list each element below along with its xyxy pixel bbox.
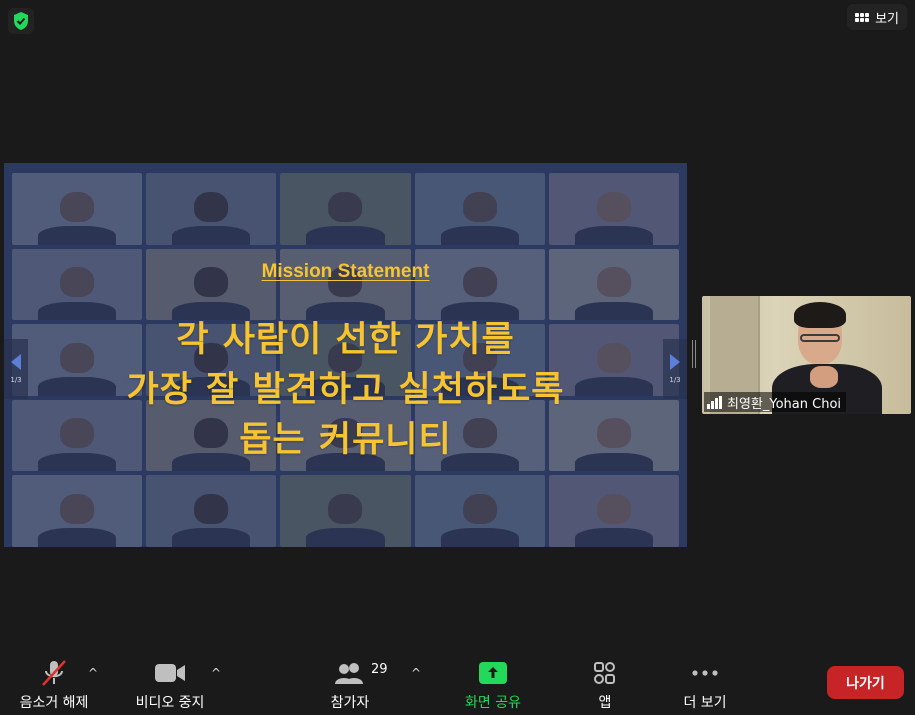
slide-heading: Mission Statement — [261, 261, 430, 282]
resize-handle[interactable] — [692, 340, 696, 368]
view-button[interactable]: 보기 — [847, 4, 907, 30]
slide-line-3: 돕는 커뮤니티 — [239, 420, 452, 460]
mute-options-caret-icon[interactable]: ^ — [88, 666, 98, 680]
grid-view-icon — [855, 12, 870, 22]
unmute-button[interactable]: 음소거 해제 — [14, 658, 94, 712]
apps-button[interactable]: 앱 — [590, 658, 620, 712]
participant-name: 최영환_Yohan Choi — [727, 396, 842, 412]
shared-screen: 1/3 1/3 Mission Statement 각 사람이 선한 가치를 가… — [4, 163, 687, 547]
share-screen-button[interactable]: 화면 공유 — [458, 658, 528, 712]
security-shield-icon[interactable] — [8, 8, 34, 34]
video-camera-icon — [154, 658, 186, 688]
stop-video-button[interactable]: 비디오 중지 — [130, 658, 210, 712]
participants-label: 참가자 — [330, 695, 370, 711]
more-label: 더 보기 — [683, 695, 727, 711]
muted-mic-icon — [39, 658, 69, 688]
slide-line-2: 가장 잘 발견하고 실천하도록 — [126, 370, 565, 410]
share-screen-icon — [479, 662, 507, 684]
view-button-label: 보기 — [875, 11, 899, 27]
signal-strength-icon — [707, 395, 722, 409]
participants-options-caret-icon[interactable]: ^ — [411, 666, 421, 680]
participant-name-tag: 최영환_Yohan Choi — [704, 392, 847, 412]
leave-meeting-button[interactable]: 나가기 — [827, 666, 904, 699]
meeting-toolbar: 음소거 해제 ^ 비디오 중지 ^ 참가자 29 ^ 화면 공유 앱 더 보기 — [0, 650, 915, 715]
participants-button[interactable]: 참가자 — [325, 658, 375, 712]
participants-count: 29 — [371, 662, 388, 677]
self-video-tile[interactable]: 최영환_Yohan Choi — [702, 296, 911, 414]
more-button[interactable]: 더 보기 — [675, 658, 735, 712]
video-options-caret-icon[interactable]: ^ — [211, 666, 221, 680]
unmute-label: 음소거 해제 — [19, 695, 89, 711]
share-screen-label: 화면 공유 — [465, 695, 521, 711]
apps-label: 앱 — [598, 695, 612, 711]
apps-icon — [593, 658, 617, 688]
participants-icon — [334, 658, 366, 688]
stop-video-label: 비디오 중지 — [135, 695, 205, 711]
slide-line-1: 각 사람이 선한 가치를 — [176, 320, 515, 360]
more-dots-icon — [691, 658, 719, 688]
